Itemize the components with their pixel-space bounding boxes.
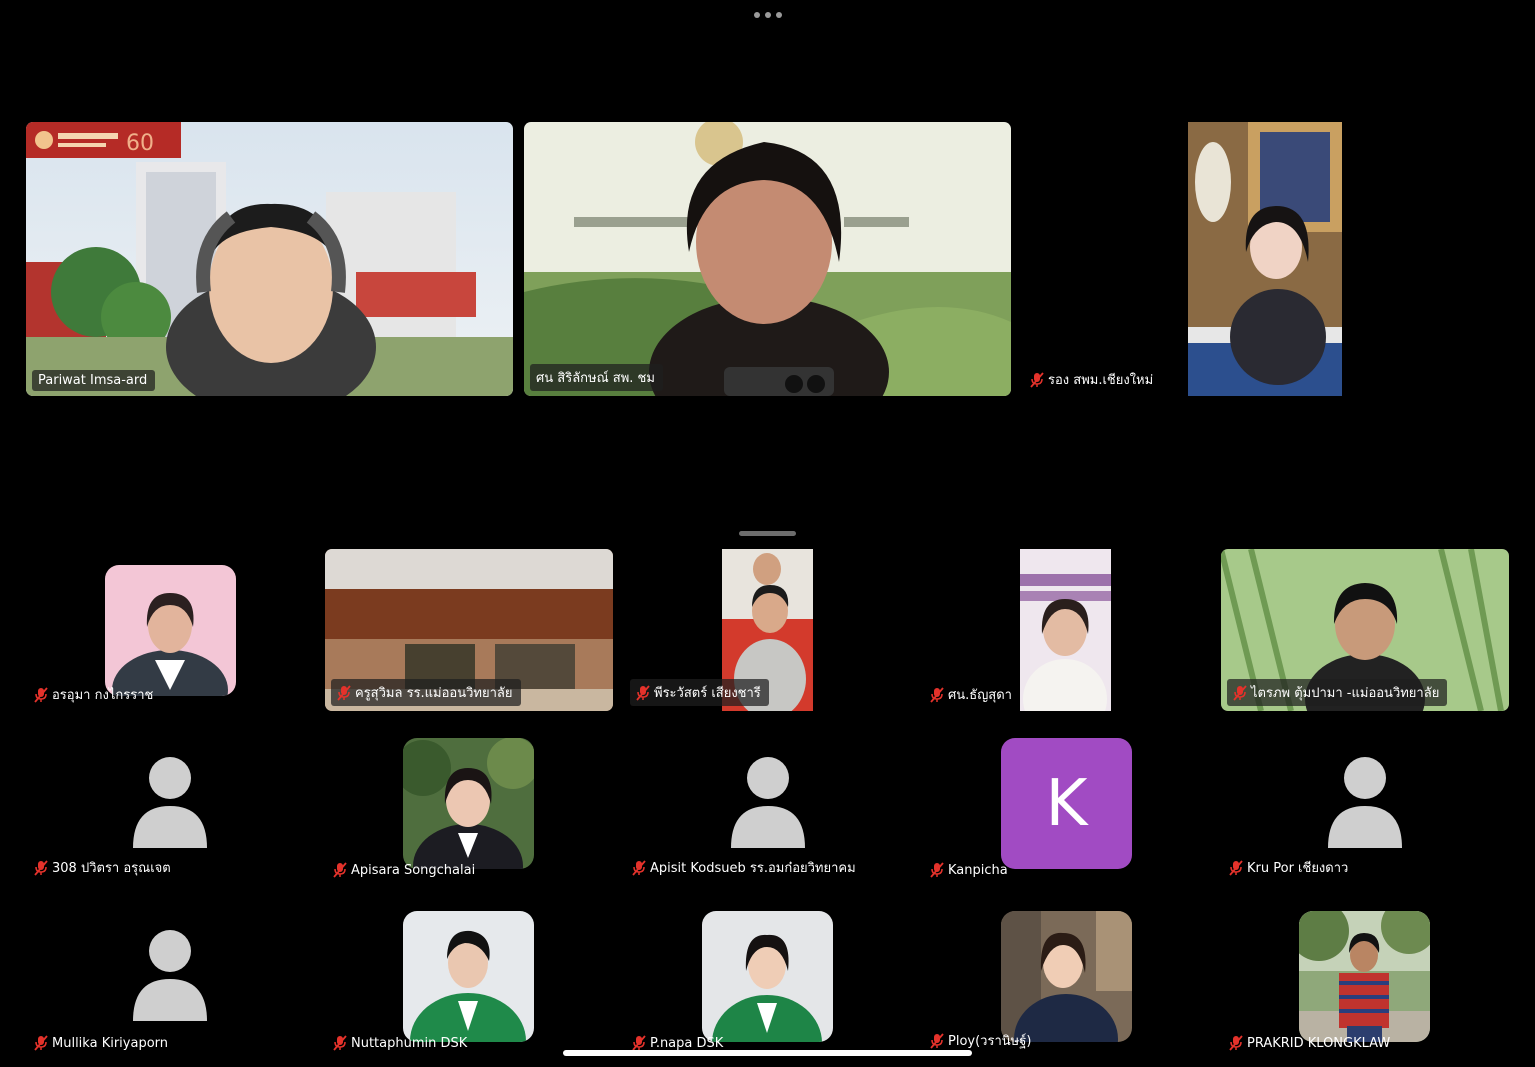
mic-muted-icon [930,1032,944,1049]
default-avatar-icon [1328,757,1402,848]
speaker-tile-2[interactable]: ศน สิริลักษณ์ สพ. ชม [524,122,1011,396]
mic-muted-icon [1229,1035,1243,1051]
participant-name-tag: อรอุมา กงไกรราช [34,684,153,705]
gallery-tile[interactable]: Ploy(วรานิษฐ์) [922,895,1210,1057]
participant-photo [105,565,236,696]
participant-photo [702,911,833,1042]
mic-muted-icon [1030,371,1044,388]
more-options-icon[interactable] [752,8,784,22]
home-indicator[interactable] [563,1050,972,1056]
default-avatar-icon [731,757,805,848]
default-avatar-icon [133,757,207,848]
video-feed: 60 [26,122,513,396]
gallery-tile[interactable]: Nuttaphumin DSK [325,895,613,1057]
gallery-tile[interactable]: ครูสุวิมล รร.แม่ออนวิทยาลัย [325,549,613,711]
gallery-tile[interactable]: พีระวัสตร์ เสียงชารี [624,549,912,711]
participant-name-tag: Pariwat Imsa-ard [32,370,156,391]
participant-name-tag: Kru Por เชียงดาว [1229,857,1348,878]
gallery-tile[interactable]: Apisara Songchalai [325,722,613,884]
participant-name-tag: 308 ปวิตรา อรุณเจต [34,857,171,878]
video-feed [1020,549,1111,711]
participant-name: Mullika Kiriyaporn [52,1035,169,1051]
mic-muted-icon [34,859,48,876]
speaker-tile-1[interactable]: 60 Pariwat Imsa-ard [26,122,513,396]
participant-name-tag: ไตรภพ ตุ้มปามา -แม่ออนวิทยาลัย [1227,679,1448,706]
mic-muted-icon [636,684,650,701]
mic-muted-icon [930,862,944,878]
gallery-tile[interactable]: P.napa DSK [624,895,912,1057]
mic-muted-icon [632,1035,646,1051]
participant-photo [1299,911,1430,1042]
participant-name: P.napa DSK [650,1035,724,1051]
participant-name-tag: Apisit Kodsueb รร.อมก๋อยวิทยาคม [632,857,856,878]
participant-name: Nuttaphumin DSK [351,1035,468,1051]
participant-name-tag: พีระวัสตร์ เสียงชารี [630,679,769,706]
participant-name: PRAKRID KLONGKLAW [1247,1035,1391,1051]
svg-text:60: 60 [126,131,154,156]
participant-name-tag: รอง สพม.เชียงใหม่ [1030,369,1153,390]
participant-photo [403,911,534,1042]
gallery-tile[interactable]: Kru Por เชียงดาว [1221,722,1509,884]
participant-photo [1001,911,1132,1042]
participant-name-tag: ศน.ธัญสุดา [930,684,1012,705]
gallery-tile[interactable]: อรอุมา กงไกรราช [26,549,314,711]
participant-name: Kanpicha [948,862,1008,878]
gallery-tile[interactable]: Mullika Kiriyaporn [26,895,314,1057]
mic-muted-icon [34,1035,48,1051]
participant-name: พีระวัสตร์ เสียงชารี [654,686,761,701]
speaker-tile-3[interactable]: รอง สพม.เชียงใหม่ [1022,122,1509,396]
participant-name-tag: Kanpicha [930,862,1008,878]
participant-name-tag: ศน สิริลักษณ์ สพ. ชม [530,364,663,391]
participant-name: ครูสุวิมล รร.แม่ออนวิทยาลัย [355,686,513,701]
gallery-tile[interactable]: Apisit Kodsueb รร.อมก๋อยวิทยาคม [624,722,912,884]
participant-name: อรอุมา กงไกรราช [52,688,154,703]
participant-name: Ploy(วรานิษฐ์) [948,1034,1032,1049]
participant-name: Apisara Songchalai [351,862,476,878]
mic-muted-icon [1233,684,1247,701]
avatar-initial: K [1045,766,1088,841]
participant-photo [403,738,534,869]
mic-muted-icon [632,859,646,876]
participant-name: ไตรภพ ตุ้มปามา -แม่ออนวิทยาลัย [1251,686,1440,701]
participant-name: ศน.ธัญสุดา [948,688,1012,703]
participant-name-tag: ครูสุวิมล รร.แม่ออนวิทยาลัย [331,679,521,706]
mic-muted-icon [34,686,48,703]
participant-name-tag: Nuttaphumin DSK [333,1035,467,1051]
mic-muted-icon [1229,859,1243,876]
gallery-tile[interactable]: ศน.ธัญสุดา [922,549,1210,711]
dot [776,12,782,18]
participant-name-tag: Ploy(วรานิษฐ์) [930,1030,1031,1051]
participant-name: Apisit Kodsueb รร.อมก๋อยวิทยาคม [650,861,856,876]
initial-avatar: K [1001,738,1132,869]
participant-name-tag: Mullika Kiriyaporn [34,1035,168,1051]
video-feed [524,122,1011,396]
gallery-tile[interactable]: ไตรภพ ตุ้มปามา -แม่ออนวิทยาลัย [1221,549,1509,711]
gallery-tile[interactable]: K Kanpicha [922,722,1210,884]
mic-muted-icon [337,684,351,701]
participant-name-tag: PRAKRID KLONGKLAW [1229,1035,1390,1051]
video-feed [1188,122,1342,396]
gallery-tile[interactable]: 308 ปวิตรา อรุณเจต [26,722,314,884]
participant-name-tag: Apisara Songchalai [333,862,475,878]
mic-muted-icon [930,686,944,703]
participant-name: Pariwat Imsa-ard [38,373,148,388]
participant-name: Kru Por เชียงดาว [1247,861,1349,876]
participant-name: รอง สพม.เชียงใหม่ [1048,373,1154,388]
drag-handle[interactable] [739,531,796,536]
participant-name-tag: P.napa DSK [632,1035,723,1051]
dot [765,12,771,18]
participant-name: 308 ปวิตรา อรุณเจต [52,861,171,876]
default-avatar-icon [133,930,207,1021]
mic-muted-icon [333,1035,347,1051]
mic-muted-icon [333,862,347,878]
gallery-tile[interactable]: PRAKRID KLONGKLAW [1221,895,1509,1057]
dot [754,12,760,18]
participant-name: ศน สิริลักษณ์ สพ. ชม [536,371,655,386]
